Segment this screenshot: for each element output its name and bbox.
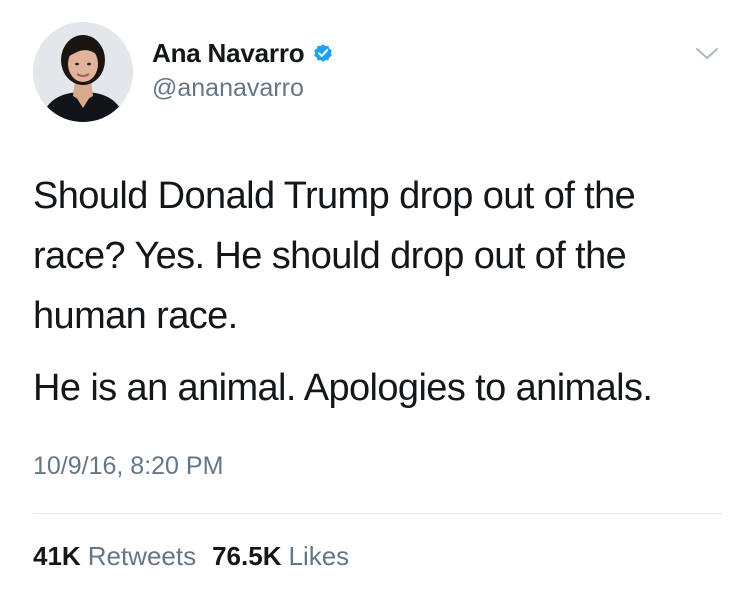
likes-label: Likes bbox=[288, 541, 350, 571]
author-avatar[interactable] bbox=[33, 22, 133, 122]
retweets-stat[interactable]: 41K Retweets bbox=[33, 541, 196, 572]
author-name-row: Ana Navarro bbox=[152, 36, 334, 70]
stats-divider bbox=[33, 513, 723, 514]
tweet-card: Ana Navarro @ananavarro Should Donald Tr… bbox=[0, 0, 748, 599]
avatar-photo-icon bbox=[33, 22, 133, 122]
tweet-stats: 41K Retweets 76.5K Likes bbox=[33, 541, 349, 572]
retweets-count: 41K bbox=[33, 541, 81, 571]
tweet-paragraph-2: He is an animal. Apologies to animals. bbox=[33, 367, 653, 409]
verified-badge-icon bbox=[312, 42, 334, 64]
likes-stat[interactable]: 76.5K Likes bbox=[212, 541, 349, 572]
tweet-body: Should Donald Trump drop out of the race… bbox=[33, 166, 723, 418]
chevron-down-icon[interactable] bbox=[694, 44, 720, 64]
retweets-label: Retweets bbox=[87, 541, 197, 571]
likes-count: 76.5K bbox=[212, 541, 282, 571]
author-display-name[interactable]: Ana Navarro bbox=[152, 38, 305, 69]
tweet-paragraph-1: Should Donald Trump drop out of the race… bbox=[33, 175, 636, 337]
author-handle[interactable]: @ananavarro bbox=[152, 74, 304, 103]
tweet-timestamp[interactable]: 10/9/16, 8:20 PM bbox=[33, 452, 223, 481]
